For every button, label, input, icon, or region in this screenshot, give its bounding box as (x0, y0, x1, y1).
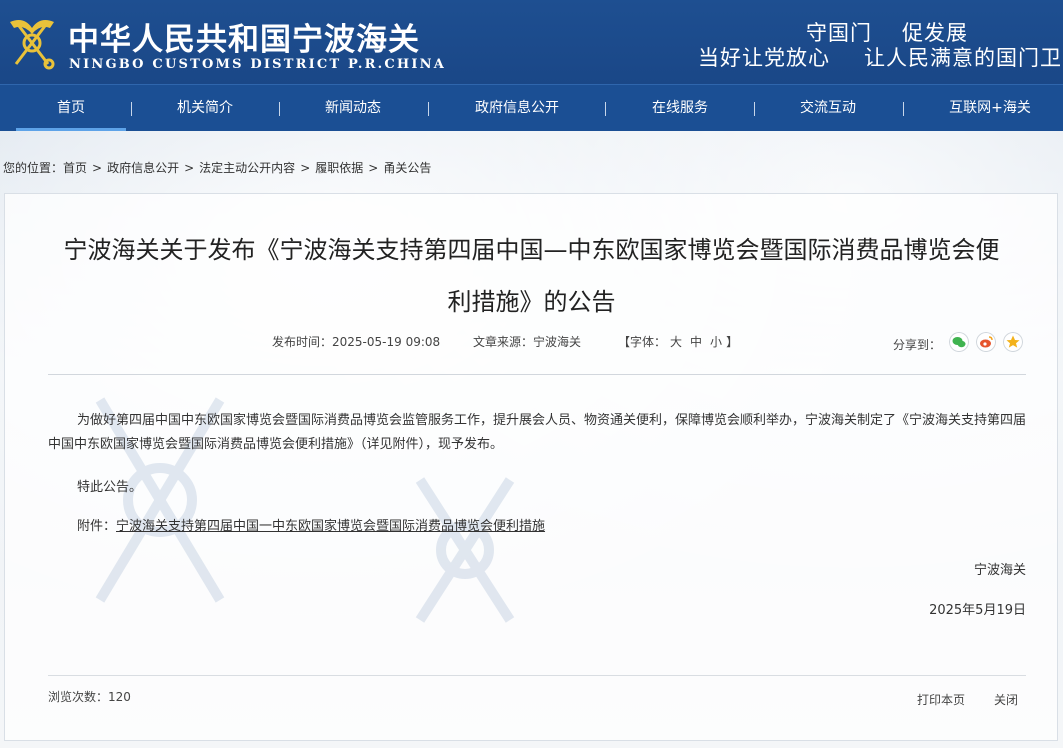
font-size-medium[interactable]: 中 (690, 335, 702, 349)
source-value: 宁波海关 (533, 335, 582, 349)
nav-divider (428, 102, 429, 116)
site-subtitle: NINGBO CUSTOMS DISTRICT P.R.CHINA (69, 57, 447, 72)
font-size-small[interactable]: 小 (710, 335, 722, 349)
signature: 宁波海关 (973, 563, 1026, 578)
nav-item-home[interactable]: 首页 (16, 85, 126, 131)
article-paragraph: 特此公告。 (77, 480, 143, 495)
nav-divider (279, 102, 280, 116)
source-label: 文章来源： (473, 335, 534, 349)
customs-emblem-icon[interactable] (6, 14, 58, 70)
nav-divider (605, 102, 606, 116)
breadcrumb-prefix: 您的位置： (3, 161, 64, 175)
print-button[interactable]: 打印本页 (917, 691, 965, 708)
article-source: 文章来源：宁波海关 (473, 333, 581, 350)
nav-divider (131, 102, 132, 116)
attachment-link[interactable]: 宁波海关支持第四届中国一中东欧国家博览会暨国际消费品博览会便利措施 (116, 519, 545, 534)
breadcrumb-separator: > (184, 161, 195, 175)
nav-item-about[interactable]: 机关简介 (150, 85, 260, 131)
share-label: 分享到： (893, 338, 942, 352)
views-value: 120 (108, 690, 131, 704)
slogan-line2: 当好让党放心 让人民满意的国门卫士 (698, 42, 1063, 72)
qzone-icon[interactable] (1003, 332, 1023, 352)
views-label: 浏览次数： (48, 690, 109, 704)
nav-item-online-service[interactable]: 在线服务 (625, 85, 735, 131)
attachment-label: 附件： (77, 519, 117, 534)
view-count: 浏览次数：120 (48, 688, 131, 705)
breadcrumb-link-gov-info[interactable]: 政府信息公开 (107, 161, 179, 175)
article-title-line: 宁波海关关于发布《宁波海关支持第四届中国—中东欧国家博览会暨国际消费品博览会便 (63, 236, 1000, 264)
nav-divider (903, 102, 904, 116)
close-button[interactable]: 关闭 (994, 691, 1018, 708)
article-title-line: 利措施》的公告 (447, 288, 616, 316)
publish-date: 2025年5月19日 (929, 603, 1026, 618)
slogan-text: 让人民满意的国门卫士 (864, 46, 1063, 70)
font-size-switcher: 【字体：大中小】 (618, 333, 738, 350)
article-paragraph: 为做好第四届中国中东欧国家博览会暨国际消费品博览会监管服务工作，提升展会人员、物… (48, 413, 1027, 452)
publish-time: 发布时间：2025-05-19 09:08 (272, 333, 440, 350)
breadcrumb-separator: > (300, 161, 311, 175)
breadcrumb-link-statutory[interactable]: 法定主动公开内容 (199, 161, 295, 175)
publish-value: 2025-05-19 09:08 (332, 335, 441, 349)
breadcrumb-link-announcements[interactable]: 甬关公告 (383, 161, 431, 175)
nav-divider (754, 102, 755, 116)
font-label-open: 【字体： (618, 335, 667, 349)
attachment-line: 附件：宁波海关支持第四届中国一中东欧国家博览会暨国际消费品博览会便利措施 (77, 515, 545, 539)
nav-item-news[interactable]: 新闻动态 (298, 85, 408, 131)
slogan-text: 当好让党放心 (698, 46, 830, 70)
wechat-icon[interactable] (949, 332, 969, 352)
breadcrumb: 您的位置：首页 > 政府信息公开 > 法定主动公开内容 > 履职依据 > 甬关公告 (3, 159, 431, 176)
main-nav: 首页 机关简介 新闻动态 政府信息公开 在线服务 交流互动 互联网+海关 (0, 84, 1063, 131)
breadcrumb-link-duty-basis[interactable]: 履职依据 (315, 161, 363, 175)
weibo-icon[interactable] (976, 332, 996, 352)
breadcrumb-link-home[interactable]: 首页 (63, 161, 87, 175)
breadcrumb-separator: > (92, 161, 103, 175)
site-title[interactable]: 中华人民共和国宁波海关 (68, 14, 420, 59)
publish-label: 发布时间： (272, 335, 333, 349)
font-size-large[interactable]: 大 (670, 335, 682, 349)
nav-item-interaction[interactable]: 交流互动 (773, 85, 883, 131)
site-header: 中华人民共和国宁波海关 NINGBO CUSTOMS DISTRICT P.R.… (0, 0, 1063, 84)
footer-divider (48, 675, 1026, 676)
article-divider (48, 374, 1026, 375)
article-title: 宁波海关关于发布《宁波海关支持第四届中国—中东欧国家博览会暨国际消费品博览会便 … (14, 224, 1049, 328)
nav-item-gov-info[interactable]: 政府信息公开 (457, 85, 577, 131)
nav-item-internet-plus[interactable]: 互联网+海关 (935, 85, 1045, 131)
breadcrumb-separator: > (368, 161, 379, 175)
font-label-close: 】 (726, 335, 739, 349)
